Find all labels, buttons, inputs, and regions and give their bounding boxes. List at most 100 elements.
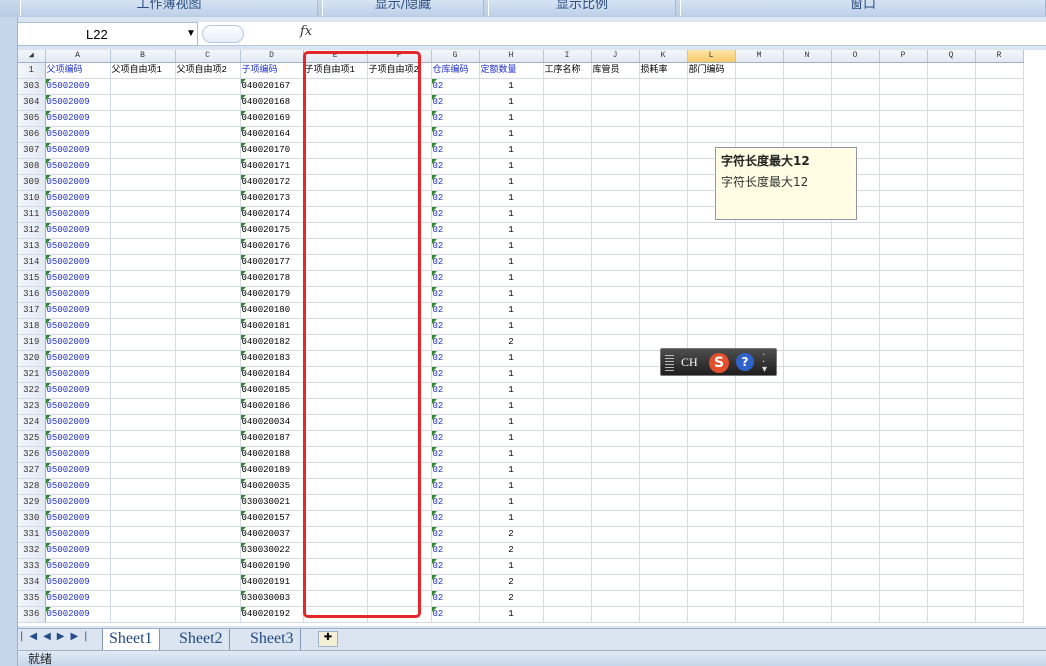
cell[interactable] — [879, 382, 928, 399]
cell[interactable]: 040020184 — [240, 366, 304, 383]
sogou-logo-icon[interactable]: S — [709, 353, 729, 373]
cell[interactable] — [927, 238, 976, 255]
ribbon-group-show-hide[interactable]: 显示/隐藏 — [322, 0, 484, 16]
cell[interactable] — [175, 222, 241, 239]
next-sheet-icon[interactable]: ▶ — [57, 631, 71, 642]
cell[interactable] — [783, 270, 832, 287]
cell[interactable] — [927, 510, 976, 527]
header-cell[interactable] — [879, 62, 928, 79]
cell[interactable] — [927, 462, 976, 479]
cell[interactable]: 05002009 — [45, 78, 111, 95]
cell[interactable] — [110, 126, 176, 143]
cell[interactable] — [975, 366, 1024, 383]
cell[interactable] — [783, 334, 832, 351]
cell[interactable] — [591, 526, 640, 543]
cell[interactable] — [543, 574, 592, 591]
cell[interactable]: 02 — [431, 494, 480, 511]
cell[interactable]: 02 — [431, 590, 480, 607]
cell[interactable] — [879, 110, 928, 127]
cell[interactable] — [831, 510, 880, 527]
cell[interactable] — [927, 574, 976, 591]
cell[interactable] — [783, 510, 832, 527]
cell[interactable] — [591, 190, 640, 207]
cell[interactable] — [110, 222, 176, 239]
cell[interactable] — [927, 158, 976, 175]
header-cell[interactable] — [927, 62, 976, 79]
cell[interactable]: 05002009 — [45, 190, 111, 207]
cell[interactable] — [927, 174, 976, 191]
cell[interactable] — [927, 398, 976, 415]
cell[interactable] — [783, 238, 832, 255]
cell[interactable] — [927, 78, 976, 95]
cell[interactable] — [687, 238, 736, 255]
cell[interactable] — [831, 558, 880, 575]
cell[interactable] — [543, 366, 592, 383]
cell[interactable] — [879, 446, 928, 463]
cell[interactable] — [175, 382, 241, 399]
cell[interactable] — [639, 94, 688, 111]
row-header[interactable]: 313 — [18, 238, 46, 255]
cell[interactable]: 040020171 — [240, 158, 304, 175]
cell[interactable] — [687, 270, 736, 287]
cell[interactable] — [639, 590, 688, 607]
cell[interactable] — [735, 382, 784, 399]
cell[interactable]: 040020167 — [240, 78, 304, 95]
cell[interactable] — [975, 574, 1024, 591]
cell[interactable] — [879, 606, 928, 623]
cell[interactable] — [879, 254, 928, 271]
cell[interactable]: 02 — [431, 158, 480, 175]
cell[interactable] — [591, 494, 640, 511]
cell[interactable]: 02 — [431, 222, 480, 239]
cell[interactable] — [975, 254, 1024, 271]
cell[interactable] — [975, 238, 1024, 255]
cell[interactable] — [543, 414, 592, 431]
cell[interactable]: 02 — [431, 110, 480, 127]
cell[interactable] — [783, 430, 832, 447]
column-header-d[interactable]: D — [240, 50, 304, 63]
cell[interactable] — [110, 286, 176, 303]
row-header[interactable]: 317 — [18, 302, 46, 319]
cell[interactable]: 02 — [431, 526, 480, 543]
cell[interactable] — [783, 526, 832, 543]
row-header[interactable]: 333 — [18, 558, 46, 575]
cell[interactable] — [879, 478, 928, 495]
cell[interactable] — [591, 558, 640, 575]
cell[interactable]: 1 — [479, 510, 544, 527]
cell[interactable] — [831, 318, 880, 335]
cell[interactable] — [543, 590, 592, 607]
cell[interactable] — [110, 158, 176, 175]
cell[interactable]: 1 — [479, 254, 544, 271]
cell[interactable]: 040020168 — [240, 94, 304, 111]
cell[interactable]: 02 — [431, 174, 480, 191]
cell[interactable] — [543, 430, 592, 447]
prev-sheet-icon[interactable]: ◀ — [43, 631, 57, 642]
cell[interactable] — [687, 494, 736, 511]
column-header-r[interactable]: R — [975, 50, 1024, 63]
cell[interactable]: 040020190 — [240, 558, 304, 575]
cell[interactable] — [879, 126, 928, 143]
cell[interactable] — [975, 94, 1024, 111]
column-header-o[interactable]: O — [831, 50, 880, 63]
cell[interactable] — [639, 382, 688, 399]
menu-dots-icon[interactable]: · · ▾ — [762, 351, 770, 375]
cell[interactable] — [591, 286, 640, 303]
cell[interactable] — [175, 190, 241, 207]
cell[interactable] — [687, 574, 736, 591]
header-cell[interactable]: 定额数量 — [479, 62, 544, 79]
cell[interactable] — [639, 302, 688, 319]
cell[interactable] — [831, 590, 880, 607]
cell[interactable]: 1 — [479, 398, 544, 415]
cell[interactable] — [543, 558, 592, 575]
row-header[interactable]: 318 — [18, 318, 46, 335]
row-header[interactable]: 325 — [18, 430, 46, 447]
cell[interactable] — [175, 398, 241, 415]
cell[interactable] — [110, 494, 176, 511]
row-header[interactable]: 329 — [18, 494, 46, 511]
cell[interactable] — [975, 558, 1024, 575]
cell[interactable]: 02 — [431, 238, 480, 255]
cell[interactable] — [639, 254, 688, 271]
cell[interactable] — [591, 174, 640, 191]
chevron-down-icon[interactable]: ▼ — [186, 22, 196, 45]
row-header[interactable]: 310 — [18, 190, 46, 207]
cell[interactable] — [879, 286, 928, 303]
